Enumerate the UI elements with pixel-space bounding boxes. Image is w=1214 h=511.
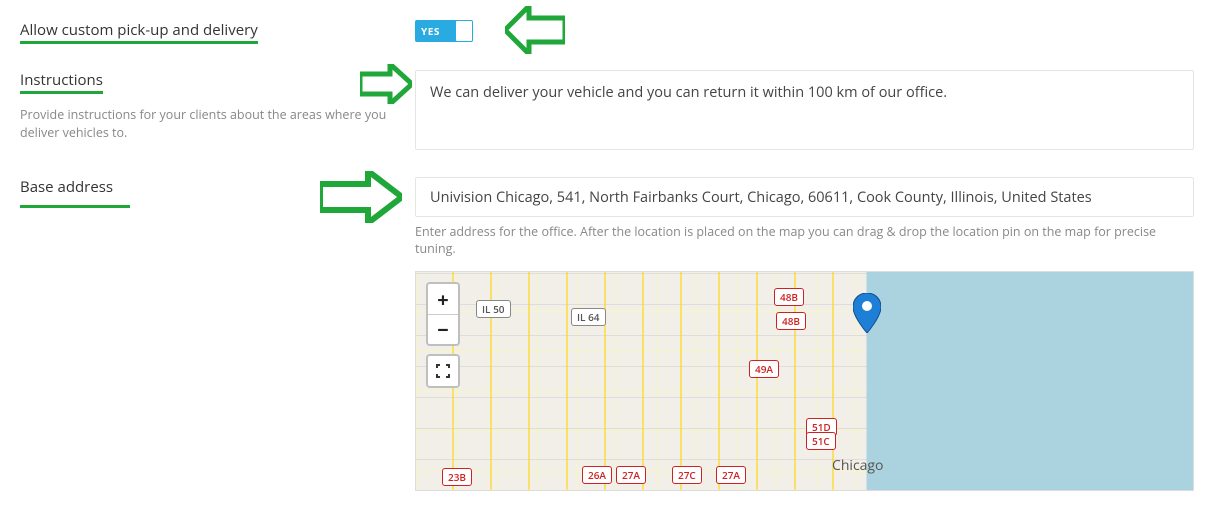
map-water — [867, 272, 1193, 490]
map-location-pin[interactable] — [853, 293, 881, 333]
map-city-label: Chicago — [832, 456, 883, 475]
route-shield: 26A — [582, 466, 612, 484]
route-shield: 51C — [806, 432, 836, 450]
instructions-textarea[interactable] — [415, 70, 1194, 150]
route-shield: 27A — [616, 466, 646, 484]
map-zoom-out-button[interactable]: − — [428, 314, 458, 344]
route-shield: 49A — [749, 360, 779, 378]
map-zoom-in-button[interactable]: + — [428, 284, 458, 314]
arrow-right-annotation-2 — [320, 171, 402, 223]
base-address-label: Base address — [20, 177, 113, 197]
route-shield: IL 64 — [571, 308, 606, 326]
map-fullscreen-button[interactable] — [428, 356, 458, 386]
route-shield: 48B — [774, 288, 804, 306]
route-shield: 48B — [776, 312, 806, 330]
instructions-label: Instructions — [20, 70, 103, 94]
route-shield: 27C — [672, 466, 702, 484]
allow-custom-toggle[interactable]: YES — [415, 20, 473, 42]
toggle-knob — [456, 21, 472, 41]
route-shield: 23B — [442, 468, 472, 486]
route-shield: 27A — [716, 466, 746, 484]
map[interactable]: IL 50 IL 64 48B 48B 49A 51D 51C 23B 26A … — [415, 271, 1194, 491]
base-address-helper: Enter address for the office. After the … — [415, 223, 1194, 257]
allow-custom-label: Allow custom pick-up and delivery — [20, 20, 258, 44]
base-address-input[interactable] — [415, 177, 1194, 217]
route-shield: IL 50 — [476, 300, 511, 318]
base-address-underline — [20, 205, 130, 208]
arrow-left-annotation — [505, 6, 565, 54]
instructions-helper: Provide instructions for your clients ab… — [20, 106, 395, 142]
toggle-yes-text: YES — [421, 20, 440, 42]
fullscreen-icon — [436, 364, 450, 378]
arrow-right-annotation-1 — [360, 64, 412, 104]
